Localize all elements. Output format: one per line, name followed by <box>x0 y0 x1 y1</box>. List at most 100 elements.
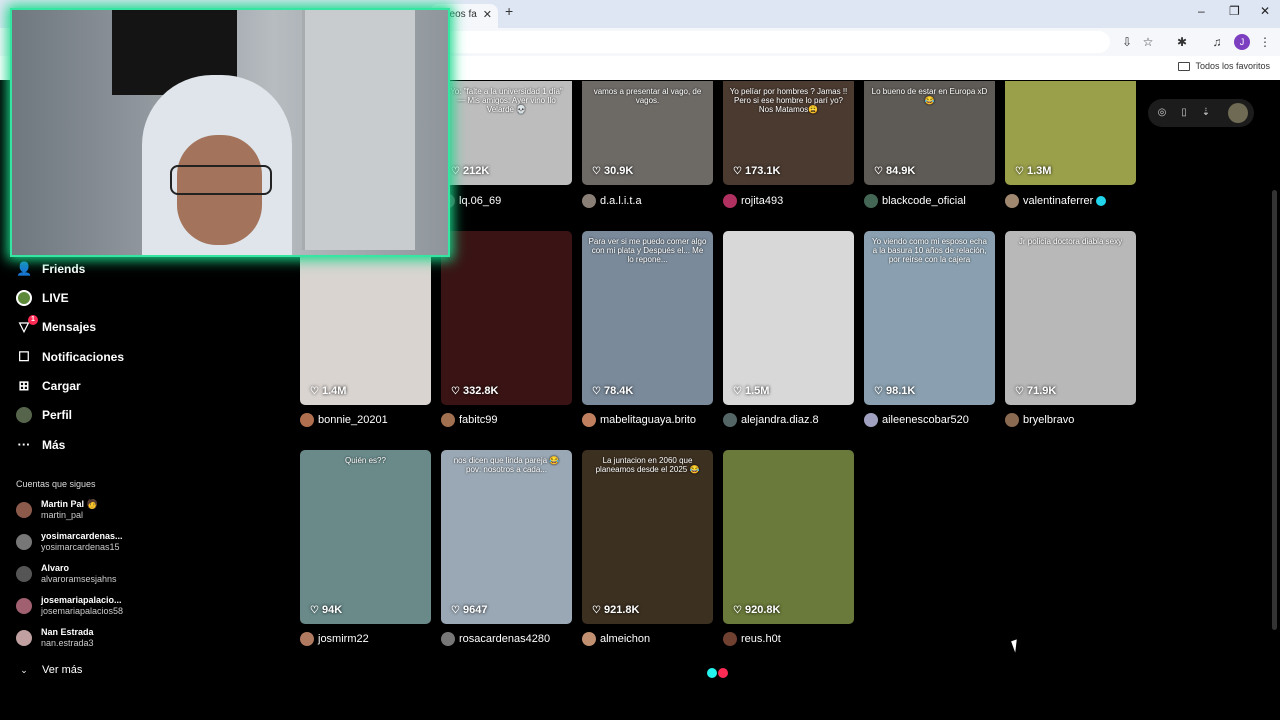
video-card[interactable]: Quién es?? ♡ 94K <box>300 450 431 624</box>
avatar <box>16 630 32 646</box>
like-value: 921.8K <box>603 604 640 616</box>
profile-avatar[interactable]: J <box>1234 34 1250 50</box>
like-value: 9647 <box>462 604 488 616</box>
video-card[interactable]: ♡ 920.8K <box>723 450 854 624</box>
loading-dot-red <box>718 668 728 678</box>
heart-icon: ♡ <box>451 166 460 177</box>
media-controls-icon[interactable]: ♫ <box>1209 34 1225 50</box>
following-handle: nan.estrada3 <box>41 638 94 648</box>
author-name: josmirm22 <box>318 633 369 645</box>
video-card[interactable]: mi diagnostico a mi mamá — mi mamá: — yo… <box>300 231 431 405</box>
video-author[interactable]: josmirm22 <box>300 630 369 648</box>
new-tab-button[interactable]: + <box>505 3 513 19</box>
video-author[interactable]: fabitc99 <box>441 411 498 429</box>
sidebar-item-more[interactable]: ··· Más <box>16 435 66 455</box>
video-card[interactable]: ♡ 1.5M <box>723 231 854 405</box>
avatar <box>441 413 455 427</box>
all-bookmarks-folder[interactable]: Todos los favoritos <box>1178 61 1270 72</box>
video-author[interactable]: d.a.l.i.t.a <box>582 192 642 210</box>
video-card[interactable]: Yo pelíar por hombres ? Jamas !! Pero si… <box>723 81 854 185</box>
folder-icon <box>1178 62 1191 72</box>
heart-icon: ♡ <box>310 386 319 397</box>
heart-icon: ♡ <box>1015 386 1024 397</box>
like-count: ♡ 71.9K <box>1015 385 1056 397</box>
sidebar-item-live[interactable]: LIVE <box>16 288 69 308</box>
device-icon[interactable]: ▯ <box>1177 106 1191 120</box>
sidebar-item-profile[interactable]: Perfil <box>16 405 72 425</box>
video-card[interactable]: La juntacion en 2060 que planeamos desde… <box>582 450 713 624</box>
webcam-overlay <box>10 8 450 257</box>
video-author[interactable]: bonnie_20201 <box>300 411 388 429</box>
video-card[interactable]: Lo bueno de estar en Europa xD 😂 ♡ 84.9K <box>864 81 995 185</box>
video-card[interactable]: Jr policía doctora diabla sexy ♡ 71.9K <box>1005 231 1136 405</box>
install-app-icon[interactable]: ⇩ <box>1119 34 1135 50</box>
like-count: ♡ 332.8K <box>451 385 498 397</box>
sidebar-item-friends[interactable]: 👤 Friends <box>16 259 85 279</box>
video-author[interactable]: reus.h0t <box>723 630 781 648</box>
author-name: alejandra.diaz.8 <box>741 414 819 426</box>
avatar[interactable] <box>1228 103 1248 123</box>
like-value: 1.3M <box>1026 165 1052 177</box>
video-author[interactable]: rojita493 <box>723 192 783 210</box>
like-value: 212K <box>462 165 490 177</box>
minimize-button[interactable]: – <box>1198 4 1205 18</box>
video-author[interactable]: almeichon <box>582 630 650 648</box>
sidebar-item-label: Mensajes <box>42 320 97 334</box>
download-icon[interactable]: ⇣ <box>1199 106 1213 120</box>
following-name: yosimarcardenas... <box>41 531 123 541</box>
avatar <box>16 502 32 518</box>
video-author[interactable]: rosacardenas4280 <box>441 630 550 648</box>
loading-dot-cyan <box>707 668 717 678</box>
like-value: 332.8K <box>462 385 499 397</box>
author-name: rosacardenas4280 <box>459 633 551 645</box>
page-scrollbar[interactable] <box>1272 190 1277 630</box>
see-more-button[interactable]: ⌄ Ver más <box>16 664 82 676</box>
restore-button[interactable]: ❐ <box>1229 4 1240 18</box>
video-author[interactable]: alejandra.diaz.8 <box>723 411 819 429</box>
video-card[interactable]: Yo viendo como mi esposo echa a la basur… <box>864 231 995 405</box>
messages-icon: ▽ 1 <box>16 315 38 335</box>
author-name: d.a.l.i.t.a <box>600 195 642 207</box>
video-caption: vamos a presentar al vago, de vagos. <box>593 87 702 105</box>
like-count: ♡ 78.4K <box>592 385 633 397</box>
following-name: Nan Estrada <box>41 627 94 637</box>
video-card[interactable]: vamos a presentar al vago, de vagos. ♡ 30.… <box>582 81 713 185</box>
avatar <box>16 566 32 582</box>
bookmark-star-icon[interactable]: ☆ <box>1140 34 1156 50</box>
video-card[interactable]: Para ver si me puedo comer algo con mi p… <box>582 231 713 405</box>
like-value: 1.5M <box>744 385 770 397</box>
author-name: bonnie_20201 <box>318 414 388 426</box>
video-card[interactable]: ♡ 1.3M <box>1005 81 1136 185</box>
video-author[interactable]: valentinaferrer <box>1005 192 1107 210</box>
video-author[interactable]: bryelbravo <box>1005 411 1074 429</box>
sidebar-item-messages[interactable]: ▽ 1 Mensajes <box>16 315 97 337</box>
avatar <box>864 413 878 427</box>
coin-icon[interactable]: ◎ <box>1155 106 1169 120</box>
kebab-menu-icon[interactable]: ⋮ <box>1257 34 1273 50</box>
sidebar-item-notifications[interactable]: ☐ Notificaciones <box>16 347 124 367</box>
sidebar-item-label: LIVE <box>42 291 69 305</box>
video-card[interactable]: nos dicen que linda pareja 😂 pov: nosotr… <box>441 450 572 624</box>
author-name: mabelitaguaya.brito <box>600 414 697 426</box>
tab-close-icon[interactable]: ✕ <box>483 4 492 26</box>
video-card[interactable]: ♡ 332.8K <box>441 231 572 405</box>
video-author[interactable]: mabelitaguaya.brito <box>582 411 696 429</box>
close-window-button[interactable]: ✕ <box>1260 4 1270 18</box>
following-handle: yosimarcardenas15 <box>41 542 120 552</box>
video-caption: Quién es?? <box>345 456 386 465</box>
like-value: 71.9K <box>1026 385 1057 397</box>
video-caption: Lo bueno de estar en Europa xD 😂 <box>871 87 988 105</box>
heart-icon: ♡ <box>451 386 460 397</box>
video-caption: Yo viendo como mi esposo echa a la basur… <box>872 237 987 264</box>
video-author[interactable]: blackcode_oficial <box>864 192 966 210</box>
video-card[interactable]: Yo: "falte a la universidad 1 día" — Mis… <box>441 81 572 185</box>
author-name: fabitc99 <box>459 414 498 426</box>
avatar <box>16 598 32 614</box>
sidebar-item-upload[interactable]: ⊞ Cargar <box>16 376 81 396</box>
like-count: ♡ 173.1K <box>733 165 780 177</box>
video-author[interactable]: lq.06_69 <box>441 192 501 210</box>
author-name: reus.h0t <box>741 633 781 645</box>
video-author[interactable]: aileenescobar520 <box>864 411 969 429</box>
extensions-icon[interactable]: ✱ <box>1174 34 1190 50</box>
more-icon: ··· <box>17 437 31 452</box>
